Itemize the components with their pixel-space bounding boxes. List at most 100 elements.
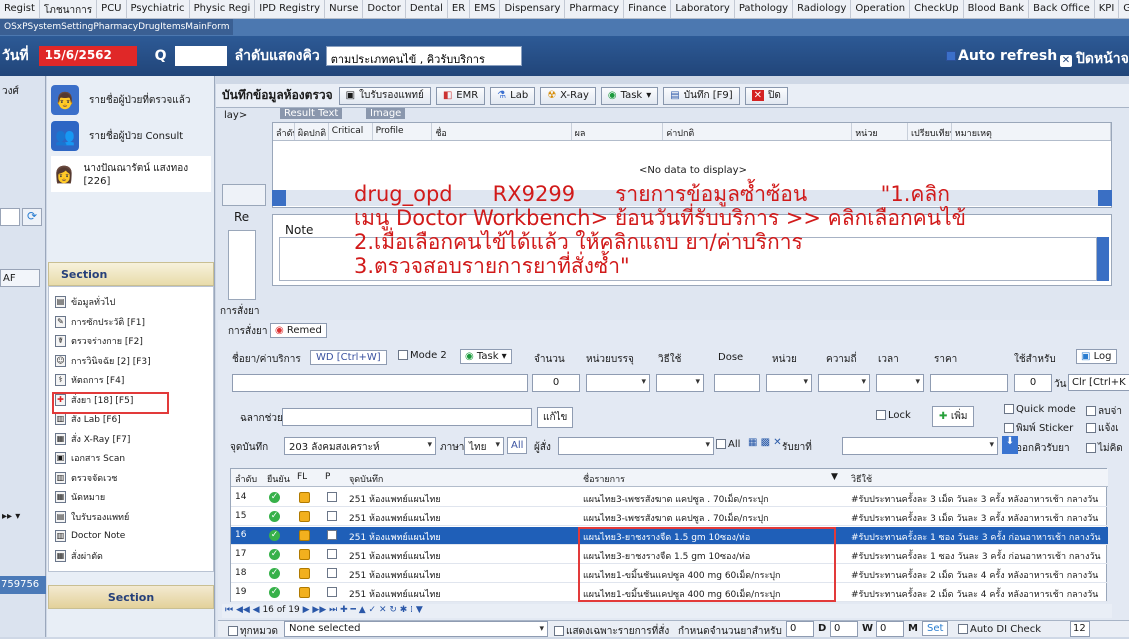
menu-item[interactable]: Regist xyxy=(0,0,40,18)
section-item[interactable]: ⚕ หัตถการ [F4] xyxy=(55,371,205,389)
order-task-button[interactable]: ◉ Task ▾ xyxy=(460,349,512,364)
date-picker[interactable]: 15/6/2562 xyxy=(38,46,137,66)
re-box[interactable] xyxy=(228,230,256,300)
lab-col-header[interactable]: ลำดับ xyxy=(273,123,295,140)
menu-item[interactable]: ER xyxy=(448,0,471,18)
section-item[interactable]: ▥ ตรวจจัดเวช xyxy=(55,469,205,487)
af-button[interactable]: AF xyxy=(0,269,40,287)
all-checkbox[interactable]: All xyxy=(716,439,740,450)
set-button[interactable]: Set xyxy=(922,621,949,636)
close-record-button[interactable]: ✕ ปิด xyxy=(744,86,788,105)
orderer-select[interactable] xyxy=(558,437,714,455)
category-select[interactable]: None selected xyxy=(284,621,548,637)
menu-item[interactable]: IPD Registry xyxy=(255,0,326,18)
section-item[interactable]: ▥ Doctor Note xyxy=(55,527,205,545)
d-input[interactable]: 0 xyxy=(830,621,858,637)
nav-arrows-icon[interactable]: ⏮ ◀◀ ◀ xyxy=(225,605,262,615)
lab-button[interactable]: ⚗ Lab xyxy=(490,86,536,105)
lock-checkbox[interactable]: Lock xyxy=(876,410,911,421)
menu-item[interactable]: Finance xyxy=(624,0,672,18)
lab-col-header[interactable]: ชื่อ xyxy=(432,123,572,140)
tool-icons[interactable]: ▦ ▩ ✕ xyxy=(748,437,782,448)
save-button[interactable]: ▤ บันทึก [F9] xyxy=(663,86,740,105)
menu-item[interactable]: Doctor xyxy=(363,0,406,18)
menu-item[interactable]: PCU xyxy=(97,0,127,18)
section-item[interactable]: ▦ สั่งผ่าตัด xyxy=(55,547,205,565)
menu-item[interactable]: GIS xyxy=(1119,0,1129,18)
lab-col-header[interactable]: หน่วย xyxy=(852,123,908,140)
menu-item[interactable]: Operation xyxy=(851,0,911,18)
wd-button[interactable]: WD [Ctrl+W] xyxy=(310,350,387,365)
section-item[interactable]: ▣ เอกสาร Scan xyxy=(55,449,205,467)
nav-item-examined-patients[interactable]: 👨 รายชื่อผู้ป่วยที่ตรวจแล้ว xyxy=(51,82,211,118)
section-item[interactable]: ☺ การวินิจฉัย [2] [F3] xyxy=(55,352,205,370)
mini-nav[interactable] xyxy=(222,184,266,206)
section-item[interactable]: ☤ ตรวจร่างกาย [F2] xyxy=(55,332,205,350)
task-button[interactable]: ◉ Task ▾ xyxy=(600,86,659,105)
left-search-input[interactable] xyxy=(0,208,20,226)
auto-di-checkbox[interactable]: Auto DI Check xyxy=(958,624,1041,635)
log-button[interactable]: ▣ Log xyxy=(1076,349,1117,364)
usage-select[interactable] xyxy=(656,374,704,392)
note-scrollbar[interactable] xyxy=(1097,237,1109,281)
tab-image[interactable]: Image xyxy=(366,108,406,119)
section-footer[interactable]: Section xyxy=(48,585,214,609)
refresh-icon[interactable]: ⟳ xyxy=(22,208,42,226)
menu-item[interactable]: Nurse xyxy=(325,0,364,18)
menu-item[interactable]: Dispensary xyxy=(500,0,566,18)
all-button[interactable]: All xyxy=(507,437,528,454)
nav-arrows-icon[interactable]: ▶ ▶▶ ⏭ ✚ ━ ▲ ✓ ✕ ↻ ✱ ⁞ ▼ xyxy=(300,605,423,615)
mode2-checkbox[interactable]: Mode 2 xyxy=(398,350,447,361)
price-input[interactable] xyxy=(930,374,1008,392)
lab-col-header[interactable]: เปรียบเทียบ/ xyxy=(908,123,952,140)
receive-select[interactable] xyxy=(842,437,998,455)
auto-refresh-toggle[interactable]: Auto refresh xyxy=(946,48,1057,64)
menu-item[interactable]: โภชนาการ xyxy=(40,0,98,18)
menu-item[interactable]: Laboratory xyxy=(671,0,735,18)
menu-item[interactable]: Psychiatric xyxy=(127,0,190,18)
unit-select[interactable] xyxy=(766,374,812,392)
sticker-input[interactable] xyxy=(282,408,532,426)
point-select[interactable]: 203 ลังคมสงเคราะห์ xyxy=(284,437,436,455)
xray-button[interactable]: ☢ X-Ray xyxy=(540,86,596,105)
dose-input[interactable] xyxy=(714,374,760,392)
menu-item[interactable]: CheckUp xyxy=(910,0,964,18)
menu-item[interactable]: EMS xyxy=(470,0,501,18)
table-row[interactable]: 14 ✓ 251 ห้องแพทย์แผนไทย แผนไทย3-เพชรสังฆาต… xyxy=(231,489,1108,507)
queue-input[interactable] xyxy=(174,46,227,66)
menu-item[interactable]: Blood Bank xyxy=(964,0,1030,18)
lab-col-header[interactable]: Critical xyxy=(329,123,373,140)
add-button[interactable]: ✚ เพิ่ม xyxy=(932,406,975,427)
nav-item-consult-patients[interactable]: 👥 รายชื่อผู้ป่วย Consult xyxy=(51,118,211,154)
days-input[interactable]: 0 xyxy=(1014,374,1052,392)
lang-select[interactable]: ไทย xyxy=(464,437,504,455)
menu-item[interactable]: Radiology xyxy=(793,0,852,18)
menu-item[interactable]: KPI xyxy=(1095,0,1120,18)
emr-button[interactable]: ◧ EMR xyxy=(435,86,486,105)
arrow-icon[interactable]: ▸▸ ▾ xyxy=(2,511,20,522)
lab-col-header[interactable]: ค่าปกติ xyxy=(663,123,853,140)
filter-icon[interactable]: ▼ xyxy=(831,472,838,482)
qty-for-input[interactable]: 0 xyxy=(786,621,814,637)
tab-drug-items-form[interactable]: OSxPSystemSettingPharmacyDrugItemsMainFo… xyxy=(0,19,234,35)
grid-navigator[interactable]: ⏮ ◀◀ ◀ 16 of 19 ▶ ▶▶ ⏭ ✚ ━ ▲ ✓ ✕ ↻ ✱ ⁞ ▼ xyxy=(222,604,1112,618)
tab-drug-order[interactable]: การสั่งยา xyxy=(228,324,268,339)
section-item[interactable]: ▦ นัดหมาย xyxy=(55,488,205,506)
print-sticker-checkbox[interactable]: พิมพ์ Sticker xyxy=(1004,421,1073,436)
w-input[interactable]: 0 xyxy=(876,621,904,637)
notify-checkbox[interactable]: แจ้งเ xyxy=(1086,421,1119,436)
lab-col-header[interactable]: หมายเหตุ xyxy=(952,123,1111,140)
auto-di-value[interactable]: 12 xyxy=(1070,621,1090,637)
queue-order-select[interactable]: ตามประเภทคนไข้ , คิวรับบริการ xyxy=(325,46,522,66)
menu-item[interactable]: Physic Regi xyxy=(190,0,256,18)
lab-col-header[interactable]: ผล xyxy=(572,123,664,140)
menu-item[interactable]: Dental xyxy=(406,0,448,18)
medical-certificate-button[interactable]: ▣ ใบรับรองแพทย์ xyxy=(338,86,431,105)
section-item[interactable]: ▤ ใบรับรองแพทย์ xyxy=(55,508,205,526)
section-item[interactable]: ▦ สั่ง X-Ray [F7] xyxy=(55,430,205,448)
menu-item[interactable]: Pathology xyxy=(735,0,794,18)
drug-name-input[interactable] xyxy=(232,374,528,392)
no-charge-checkbox[interactable]: ไม่คิด xyxy=(1086,441,1123,456)
pack-select[interactable] xyxy=(586,374,650,392)
section-item[interactable]: ✎ การซักประวัติ [F1] xyxy=(55,313,205,331)
